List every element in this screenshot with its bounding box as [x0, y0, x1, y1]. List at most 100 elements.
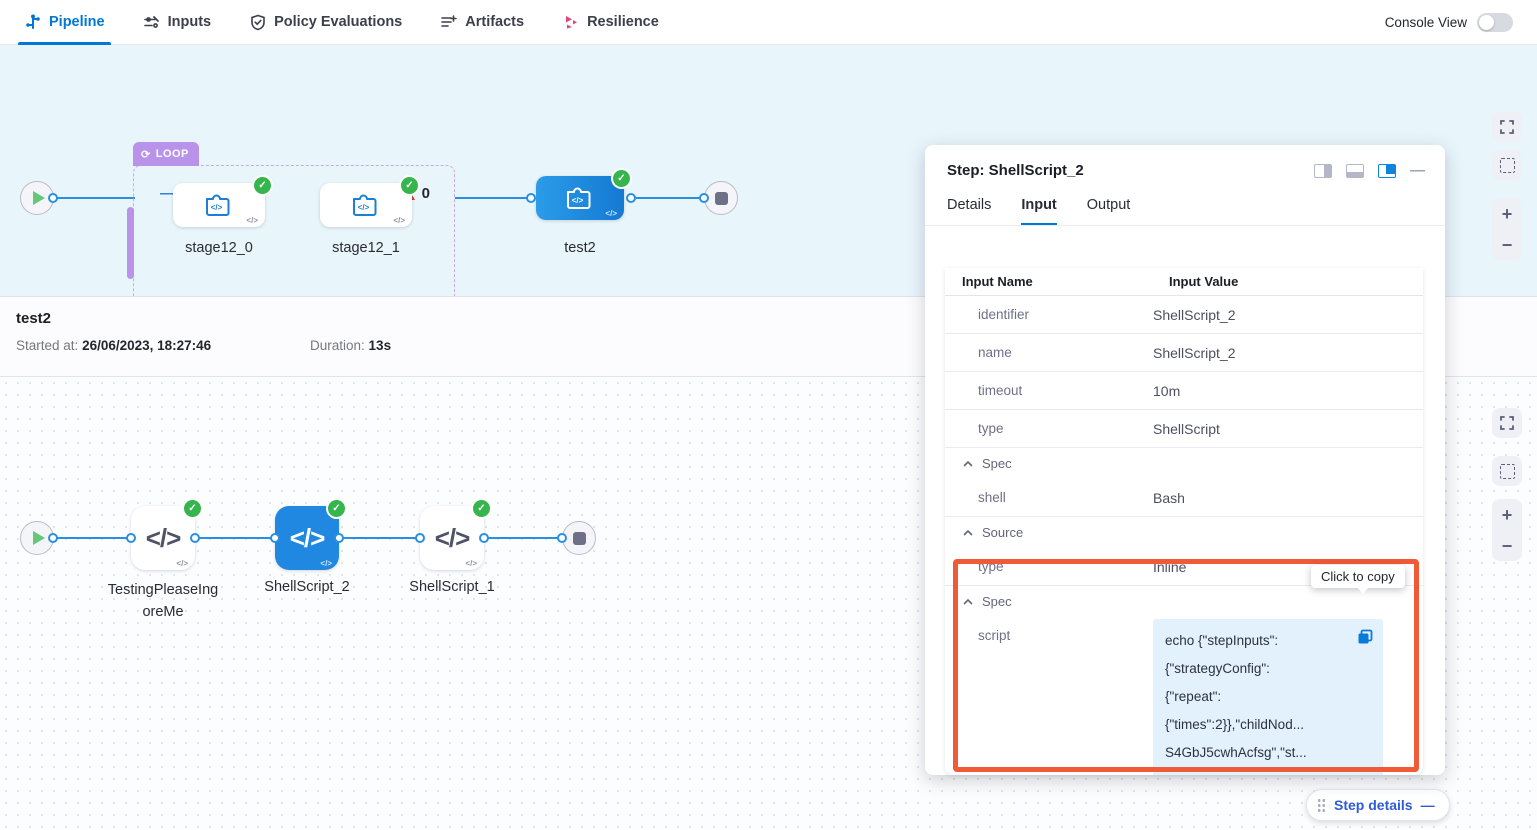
edge-line: [55, 197, 135, 199]
connection-dot: [48, 193, 58, 203]
tab-inputs[interactable]: Inputs: [143, 0, 212, 45]
step-details-button[interactable]: Step details —: [1306, 789, 1450, 821]
tab-artifacts-label: Artifacts: [465, 14, 524, 30]
script-line: echo {"stepInputs":: [1165, 627, 1371, 655]
fit-selection-button[interactable]: [1492, 456, 1522, 486]
edge-line: [484, 537, 564, 539]
console-view-toggle[interactable]: [1477, 13, 1513, 32]
fit-selection-button[interactable]: [1492, 150, 1522, 180]
zoom-out-button[interactable]: −: [1502, 537, 1513, 555]
node-label: ShellScript_2: [257, 579, 357, 595]
script-line: {"identifierPostFix":"_...: [1165, 767, 1371, 775]
edge-line: [195, 537, 280, 539]
step-type-icon: </>: [393, 216, 405, 225]
chevron-up-icon: [963, 459, 973, 469]
zoom-in-button[interactable]: +: [1502, 205, 1513, 223]
success-badge-icon: ✓: [328, 500, 345, 517]
table-row-script: script echo {"stepInputs": {"strategyCon…: [945, 617, 1423, 775]
edge-line: [55, 537, 135, 539]
play-icon: [33, 531, 45, 545]
row-name: type: [945, 559, 1153, 574]
chevron-up-icon: [963, 528, 973, 538]
zoom-in-button[interactable]: +: [1502, 506, 1513, 524]
node-label: TestingPleaseIngoreMe: [104, 579, 222, 623]
started-label: Started at:: [16, 338, 78, 353]
row-name: identifier: [945, 307, 1153, 322]
tab-input[interactable]: Input: [1021, 197, 1056, 225]
fullscreen-button[interactable]: [1492, 112, 1522, 142]
column-header-input-name: Input Name: [945, 274, 1169, 289]
panel-title: Step: ShellScript_2: [947, 162, 1084, 179]
node-label: test2: [530, 240, 630, 256]
minimize-panel-button[interactable]: —: [1410, 162, 1425, 179]
edge-line: [636, 197, 706, 199]
pipeline-execution-page: Pipeline Inputs Policy Evaluations Artif…: [0, 0, 1537, 830]
tab-output[interactable]: Output: [1087, 197, 1131, 225]
zoom-controls: + −: [1492, 499, 1522, 561]
success-badge-icon: ✓: [613, 170, 630, 187]
row-value: ShellScript: [1153, 421, 1220, 437]
connection-dot: [48, 533, 58, 543]
zoom-controls: + −: [1492, 198, 1522, 260]
stop-icon: [573, 532, 586, 545]
svg-text:</>: </>: [572, 196, 584, 205]
stage-node-test2[interactable]: </> ✓ </>: [536, 176, 624, 220]
step-node-testingpleaseingoreme[interactable]: </> ✓ </>: [131, 506, 195, 570]
shellscript-icon: </>: [435, 523, 470, 554]
dock-bottom-icon[interactable]: [1346, 164, 1364, 178]
loop-badge-label: LOOP: [156, 148, 189, 160]
run-title: test2: [16, 310, 51, 327]
section-header-spec-2[interactable]: Spec: [945, 586, 1423, 617]
script-line: S4GbJ5cwhAcfsg","st...: [1165, 739, 1371, 767]
row-value: Inline: [1153, 559, 1186, 575]
stage-node-stage12_1[interactable]: </> ✓ </>: [320, 183, 412, 227]
connection-dot: [626, 193, 636, 203]
step-node-shellscript_1[interactable]: </> ✓ </>: [420, 506, 484, 570]
step-type-icon: </>: [246, 216, 258, 225]
table-row: shell Bash: [945, 479, 1423, 517]
section-header-source[interactable]: Source: [945, 517, 1423, 548]
script-line: {"times":2}},"childNod...: [1165, 711, 1371, 739]
chevron-up-icon: [963, 597, 973, 607]
end-node[interactable]: [562, 521, 596, 555]
step-details-label: Step details: [1334, 797, 1413, 813]
loop-badge: ⟳ LOOP: [133, 142, 199, 166]
tab-details[interactable]: Details: [947, 197, 991, 225]
row-value: Bash: [1153, 490, 1185, 506]
drag-handle-icon[interactable]: [1317, 798, 1326, 813]
loop-icon: ⟳: [141, 148, 151, 161]
fullscreen-button[interactable]: [1492, 408, 1522, 438]
node-label: stage12_0: [169, 240, 269, 256]
tab-resilience[interactable]: Resilience: [562, 0, 659, 45]
table-row: name ShellScript_2: [945, 334, 1423, 372]
dock-panel-active-icon[interactable]: [1378, 164, 1396, 178]
end-node[interactable]: [704, 181, 738, 215]
tab-policy-evaluations[interactable]: Policy Evaluations: [249, 0, 402, 45]
table-row: timeout 10m: [945, 372, 1423, 410]
connection-dot: [699, 193, 709, 203]
shellscript-icon: </>: [290, 523, 325, 554]
success-badge-icon: ✓: [473, 500, 490, 517]
copy-icon[interactable]: [1357, 629, 1373, 645]
tab-artifacts[interactable]: Artifacts: [440, 0, 524, 45]
step-details-panel: Step: ShellScript_2 — Details Input Outp…: [925, 145, 1445, 775]
marquee-icon: [1500, 158, 1515, 173]
connection-dot: [126, 533, 136, 543]
stage-node-stage12_0[interactable]: </> ✓ </>: [173, 183, 265, 227]
table-header-row: Input Name Input Value: [945, 268, 1423, 296]
dock-right-icon[interactable]: [1314, 164, 1332, 178]
zoom-out-button[interactable]: −: [1502, 236, 1513, 254]
row-name: type: [945, 421, 1153, 436]
script-value-box[interactable]: echo {"stepInputs": {"strategyConfig": {…: [1153, 619, 1383, 775]
section-header-spec[interactable]: Spec: [945, 448, 1423, 479]
tab-pipeline[interactable]: Pipeline: [24, 0, 105, 45]
plugin-code-icon: </>: [349, 192, 383, 218]
svg-text:</>: </>: [358, 203, 370, 212]
failed-count: 0: [422, 185, 430, 202]
fullscreen-icon: [1499, 415, 1515, 431]
step-node-shellscript_2[interactable]: </> ✓ </>: [275, 506, 339, 570]
row-name: name: [945, 345, 1153, 360]
connection-dot: [415, 533, 425, 543]
fullscreen-icon: [1499, 119, 1515, 135]
tab-inputs-label: Inputs: [168, 14, 212, 30]
